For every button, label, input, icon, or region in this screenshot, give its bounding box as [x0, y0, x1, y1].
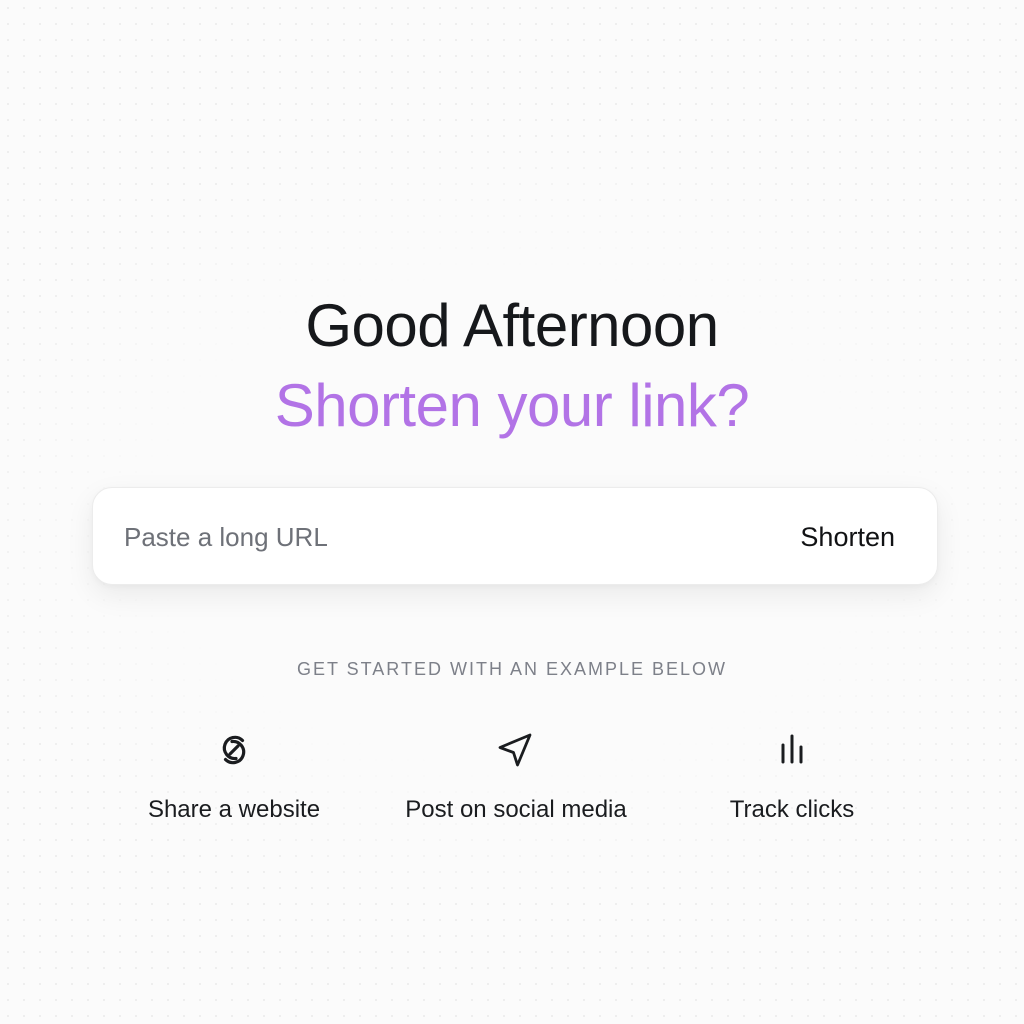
- link-icon: [210, 726, 258, 774]
- greeting-heading: Good Afternoon: [305, 292, 719, 359]
- send-icon: [492, 726, 540, 774]
- example-label: Share a website: [147, 796, 321, 823]
- example-post-social[interactable]: Post on social media: [366, 726, 666, 836]
- prompt-heading: Shorten your link?: [274, 372, 750, 439]
- examples-heading: GET STARTED WITH AN EXAMPLE BELOW: [296, 659, 728, 679]
- example-share-website[interactable]: Share a website: [84, 726, 384, 836]
- shorten-button[interactable]: Shorten: [800, 516, 895, 558]
- example-label: Track clicks: [729, 796, 855, 823]
- main-content: Good Afternoon Shorten your link? Shorte…: [0, 0, 1024, 1024]
- url-input[interactable]: [124, 516, 744, 558]
- example-track-clicks[interactable]: Track clicks: [642, 726, 942, 836]
- example-label: Post on social media: [405, 796, 627, 823]
- url-search-bar: Shorten: [92, 487, 938, 585]
- bar-chart-icon: [768, 726, 816, 774]
